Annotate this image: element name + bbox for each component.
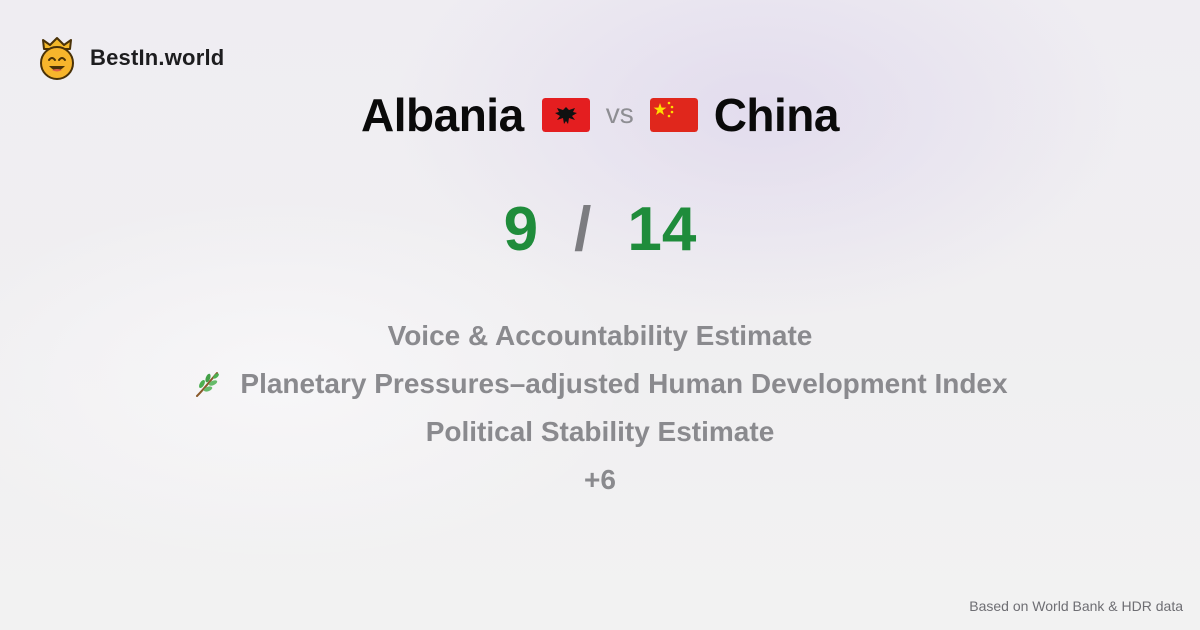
metric-label: Voice & Accountability Estimate [387,320,813,351]
vs-label: vs [605,98,634,129]
country-b-score: 14 [627,195,697,264]
brand-name: BestIn.world [90,45,225,70]
crown-smiley-icon [40,37,74,80]
metric-label: Planetary Pressures–adjusted Human Devel… [240,368,1008,399]
country-matchup: Albania vs China [0,88,1200,142]
metric-item[interactable]: Political Stability Estimate [426,408,775,456]
country-b-name[interactable]: China [714,88,840,142]
data-source-note: Based on World Bank & HDR data [969,598,1183,614]
metric-label: +6 [584,464,616,495]
metric-item[interactable]: Voice & Accountability Estimate [388,312,813,360]
metrics-list: Voice & Accountability Estimate Planetar… [0,312,1200,504]
metric-label: Political Stability Estimate [425,416,775,447]
metric-item[interactable]: Planetary Pressures–adjusted Human Devel… [192,360,1008,408]
china-flag-icon [649,98,698,132]
country-a-score: 9 [503,195,539,264]
albania-flag-icon [541,98,590,132]
brand[interactable]: BestIn.world [38,36,224,80]
country-a-name[interactable]: Albania [361,88,524,142]
herb-icon [196,372,220,397]
score-comparison: 9 / 14 [0,194,1200,265]
more-metrics-count[interactable]: +6 [584,456,616,504]
score-separator: / [574,195,592,264]
